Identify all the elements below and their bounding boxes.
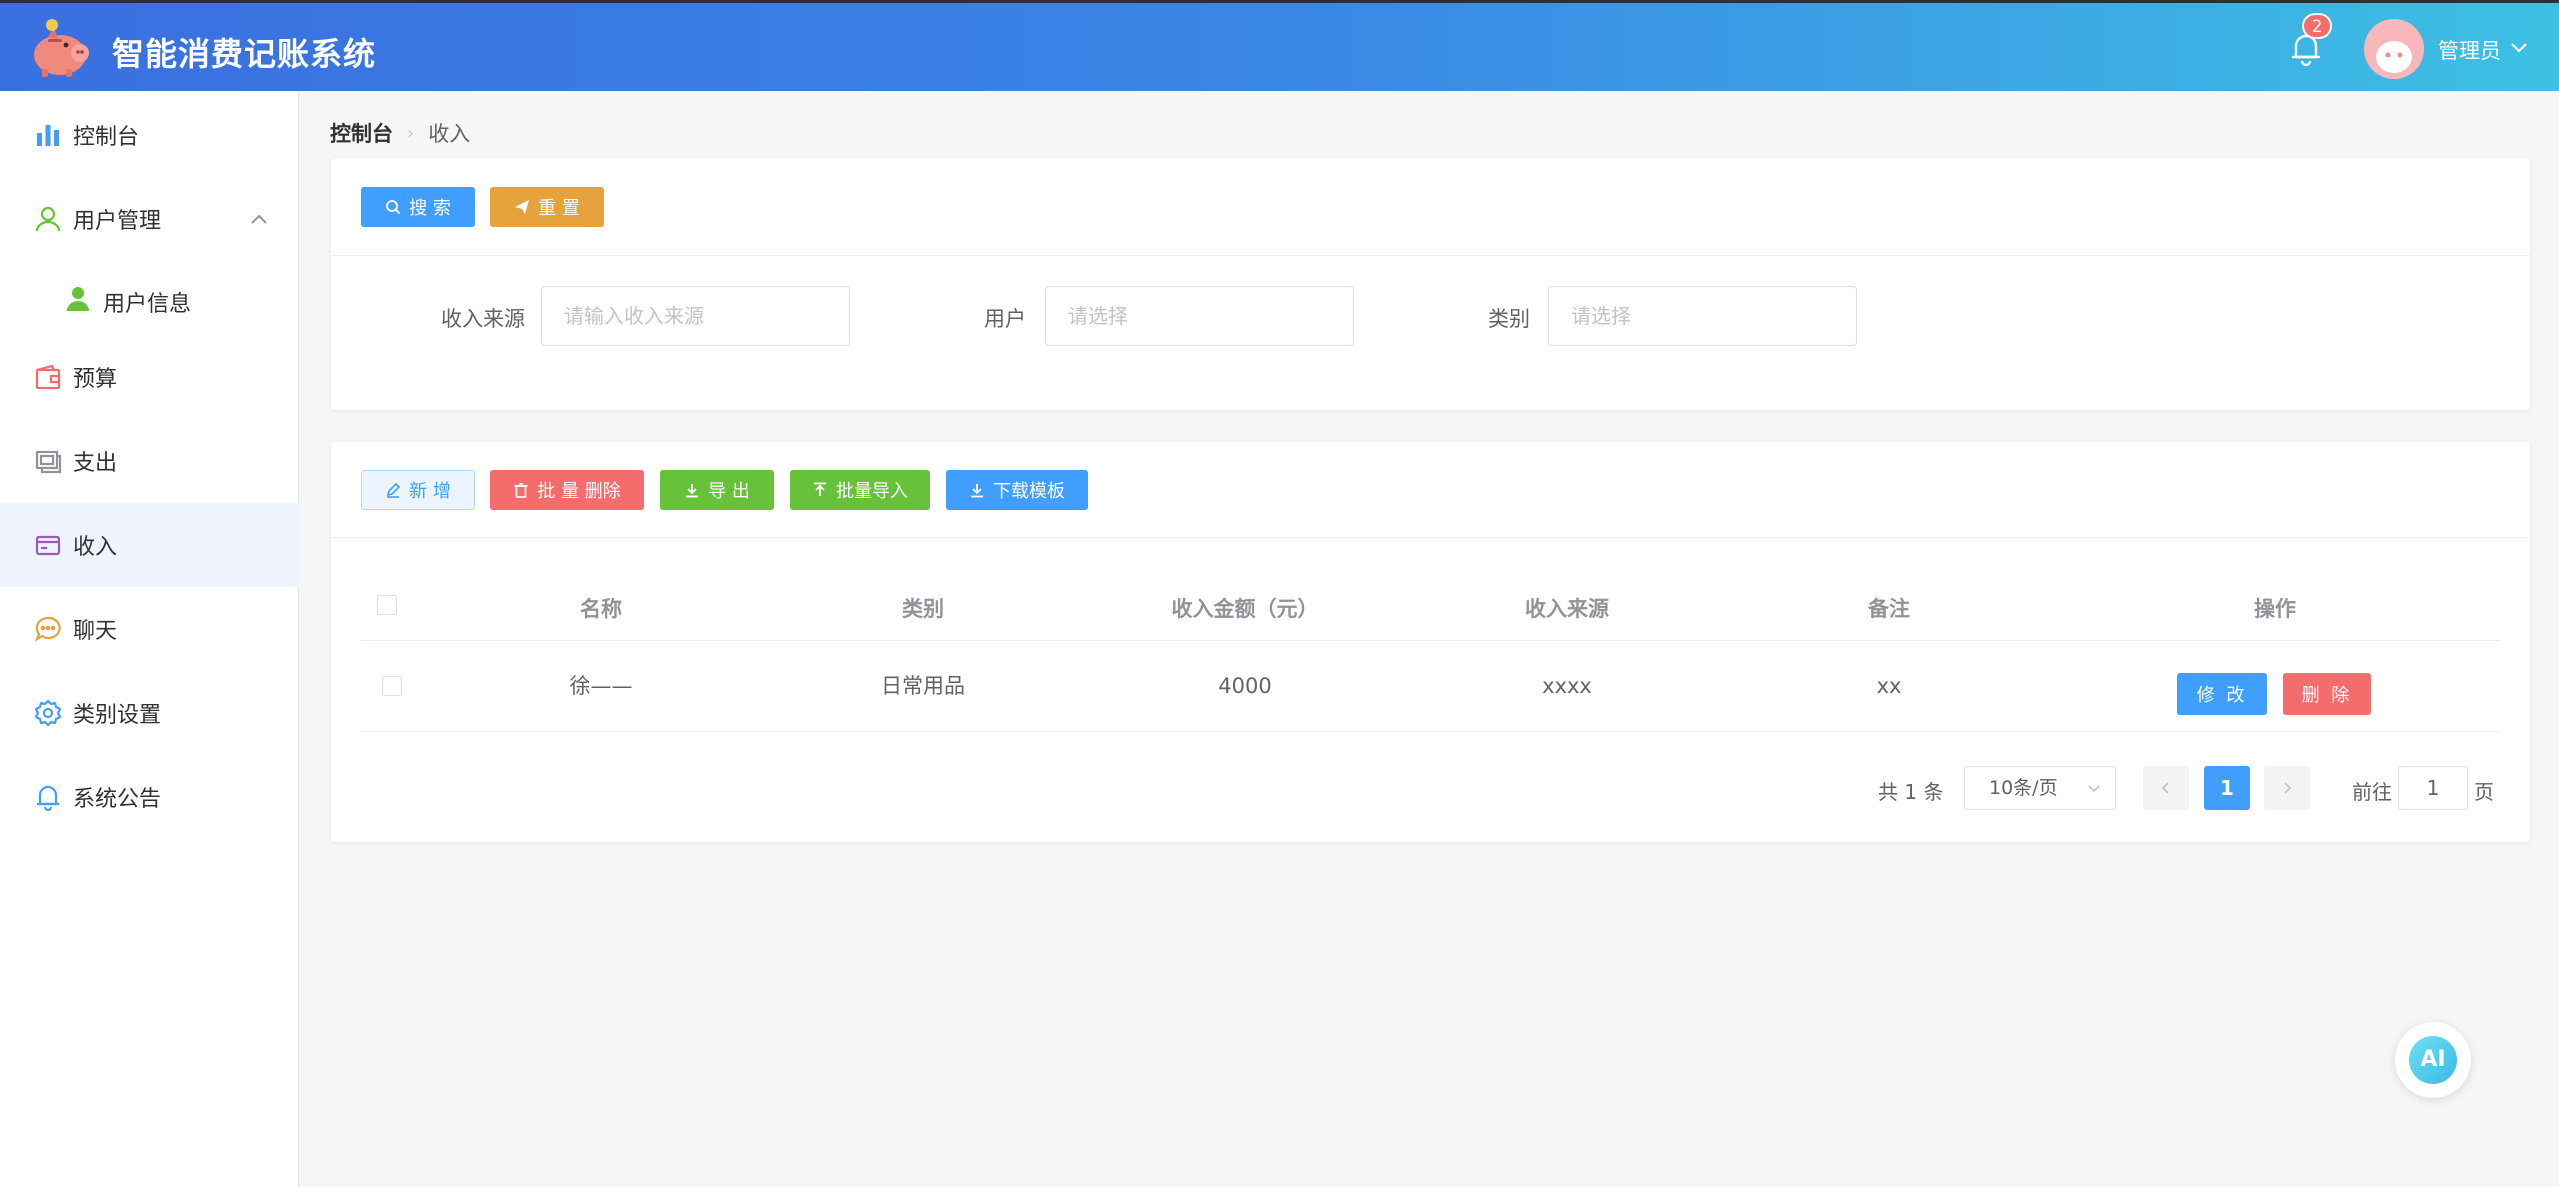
- credit-card-icon: [35, 535, 61, 556]
- send-icon: [515, 200, 530, 214]
- pagination-total: 共 1 条: [1878, 780, 1944, 804]
- ai-label: AI: [2409, 1036, 2457, 1084]
- income-source-label: 收入来源: [441, 307, 525, 331]
- select-all-checkbox[interactable]: [377, 595, 397, 615]
- user-outline-icon: [35, 206, 61, 232]
- cell-category: 日常用品: [881, 674, 965, 698]
- ai-assistant-button[interactable]: AI: [2395, 1022, 2471, 1098]
- sidebar-item-label: 类别设置: [73, 703, 162, 728]
- piggy-bank-logo-icon: [34, 19, 89, 77]
- column-header-name: 名称: [580, 597, 622, 621]
- cell-note: xx: [1876, 674, 1902, 698]
- search-card: [331, 158, 2530, 410]
- picture-icon: [35, 450, 62, 474]
- pagination-goto-input[interactable]: [2398, 766, 2468, 810]
- upload-icon: [814, 482, 826, 496]
- sidebar-item-label: 支出: [73, 451, 118, 476]
- breadcrumb: 控制台 › 收入: [330, 118, 470, 148]
- add-button[interactable]: 新 增: [361, 470, 475, 510]
- sidebar-item-category-settings[interactable]: 类别设置: [0, 671, 299, 755]
- gear-icon: [34, 699, 62, 727]
- column-header-note: 备注: [1868, 597, 1910, 621]
- sidebar-item-label: 预算: [73, 367, 118, 392]
- cell-name: 徐——: [569, 674, 633, 698]
- sidebar-item-label: 用户信息: [103, 292, 192, 317]
- column-header-amount: 收入金额（元）: [1171, 597, 1319, 621]
- chevron-down-icon: [2088, 785, 2100, 793]
- batch-delete-button[interactable]: 批 量 删除: [490, 470, 644, 510]
- chevron-right-icon: ›: [407, 122, 415, 144]
- chevron-right-icon: [2284, 782, 2292, 794]
- sidebar-item-dashboard[interactable]: 控制台: [0, 93, 299, 177]
- card-divider: [331, 537, 2530, 538]
- chevron-left-icon: [2161, 782, 2169, 794]
- top-header: 智能消费记账系统 2 管理员: [0, 0, 2559, 91]
- income-source-input[interactable]: [541, 286, 850, 346]
- download-icon: [686, 484, 699, 498]
- edit-pen-icon: [387, 482, 401, 498]
- download-template-button[interactable]: 下载模板: [946, 470, 1088, 510]
- delete-button[interactable]: 删 除: [2283, 673, 2371, 715]
- sidebar-item-income[interactable]: 收入: [0, 503, 299, 587]
- batch-import-button[interactable]: 批量导入: [790, 470, 930, 510]
- pagination-page-suffix: 页: [2474, 780, 2494, 804]
- download-icon: [971, 484, 983, 498]
- sidebar-item-chat[interactable]: 聊天: [0, 587, 299, 671]
- sidebar-item-user-info[interactable]: 用户信息: [0, 265, 299, 335]
- cell-source: xxxx: [1542, 674, 1592, 698]
- column-header-source: 收入来源: [1525, 597, 1609, 621]
- prev-page-button[interactable]: [2143, 766, 2189, 810]
- breadcrumb-current: 收入: [428, 122, 471, 146]
- sidebar-item-label: 控制台: [73, 125, 140, 150]
- app-title: 智能消费记账系统: [112, 35, 377, 73]
- sidebar-item-budget[interactable]: 预算: [0, 335, 299, 419]
- sidebar-item-announcements[interactable]: 系统公告: [0, 755, 299, 839]
- search-icon: [386, 200, 401, 215]
- user-label: 用户: [984, 307, 1026, 331]
- reset-button[interactable]: 重 置: [490, 187, 604, 227]
- user-select[interactable]: [1045, 286, 1354, 346]
- export-button[interactable]: 导 出: [660, 470, 774, 510]
- sidebar-item-user-management[interactable]: 用户管理: [0, 177, 299, 261]
- sidebar-item-label: 用户管理: [73, 209, 162, 234]
- card-divider: [331, 255, 2530, 256]
- pagination-goto-label: 前往: [2352, 780, 2392, 804]
- chevron-up-icon[interactable]: [250, 212, 268, 226]
- user-name[interactable]: 管理员: [2438, 35, 2501, 65]
- category-label: 类别: [1488, 307, 1530, 331]
- search-button[interactable]: 搜 索: [361, 187, 475, 227]
- sidebar-item-label: 收入: [73, 535, 118, 560]
- page-number-button[interactable]: 1: [2204, 766, 2250, 810]
- page-size-select[interactable]: 10条/页: [1964, 766, 2116, 810]
- table-row: 徐—— 日常用品 4000 xxxx xx 修 改 删 除: [360, 641, 2500, 732]
- column-header-category: 类别: [902, 597, 944, 621]
- sidebar-item-label: 系统公告: [73, 787, 162, 812]
- avatar-face-icon: [2364, 19, 2424, 79]
- bar-chart-icon: [37, 125, 59, 146]
- bell-icon: [37, 785, 59, 811]
- chevron-down-icon[interactable]: [2510, 41, 2528, 55]
- user-filled-icon: [67, 287, 89, 311]
- cell-amount: 4000: [1218, 674, 1272, 698]
- column-header-actions: 操作: [2254, 597, 2296, 621]
- next-page-button[interactable]: [2264, 766, 2310, 810]
- avatar[interactable]: [2364, 19, 2424, 79]
- category-select[interactable]: [1548, 286, 1857, 346]
- edit-button[interactable]: 修 改: [2177, 673, 2267, 715]
- row-checkbox[interactable]: [382, 676, 402, 696]
- notification-badge: 2: [2302, 13, 2332, 39]
- sidebar-item-expense[interactable]: 支出: [0, 419, 299, 503]
- chat-dots-icon: [34, 616, 61, 642]
- breadcrumb-home[interactable]: 控制台: [330, 118, 393, 148]
- table-header: 名称 类别 收入金额（元） 收入来源 备注 操作: [360, 577, 2500, 641]
- trash-icon: [514, 483, 528, 498]
- sidebar-item-label: 聊天: [73, 619, 118, 644]
- wallet-icon: [35, 364, 61, 390]
